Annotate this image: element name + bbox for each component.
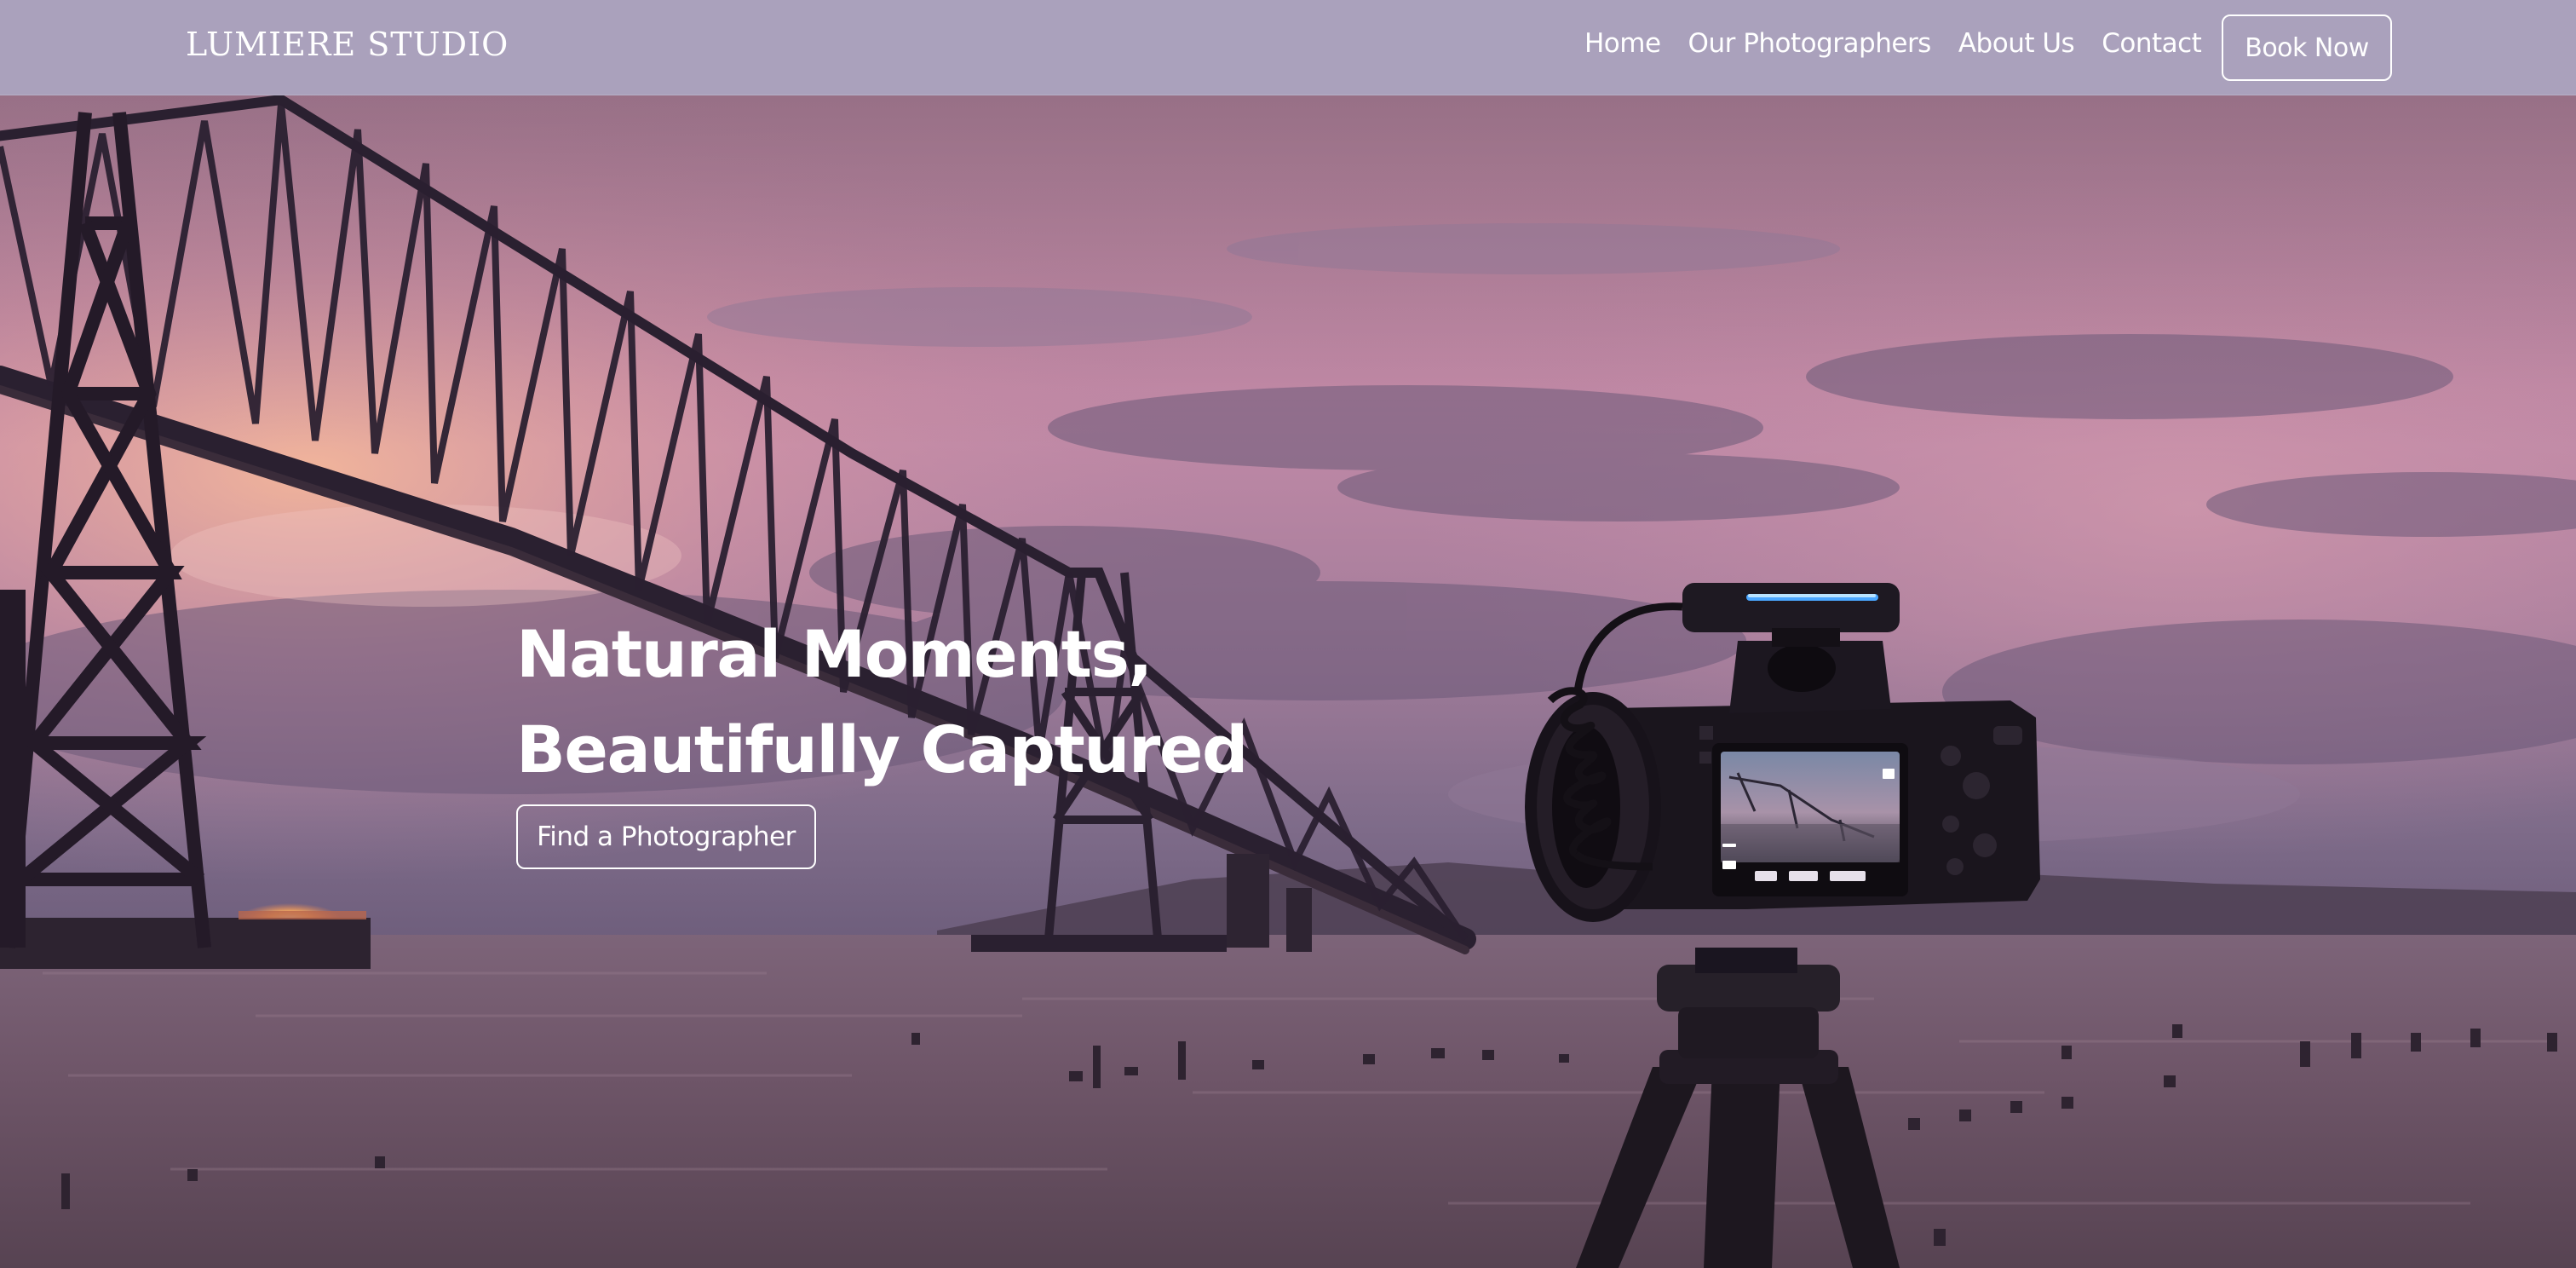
hero-section: Natural Moments, Beautifully Captured Fi…: [0, 95, 2576, 1268]
hero-background-image: [0, 95, 2576, 1268]
find-photographer-button[interactable]: Find a Photographer: [516, 804, 816, 869]
brand-logo[interactable]: LUMIERE STUDIO: [186, 26, 509, 63]
hero-content: Natural Moments, Beautifully Captured Fi…: [516, 607, 1248, 869]
hero-title-line-2: Beautifully Captured: [516, 712, 1248, 787]
nav-link-our-photographers[interactable]: Our Photographers: [1688, 28, 1932, 59]
hero-title: Natural Moments, Beautifully Captured: [516, 607, 1248, 798]
nav-links: Home Our Photographers About Us Contact: [1584, 28, 2202, 59]
book-now-button[interactable]: Book Now: [2222, 14, 2392, 81]
nav-link-contact[interactable]: Contact: [2102, 28, 2202, 59]
page: LUMIERE STUDIO Home Our Photographers Ab…: [0, 0, 2576, 1268]
navbar: LUMIERE STUDIO Home Our Photographers Ab…: [0, 0, 2576, 95]
hero-title-line-1: Natural Moments,: [516, 616, 1153, 692]
nav-link-home[interactable]: Home: [1584, 28, 1661, 59]
nav-link-about-us[interactable]: About Us: [1958, 28, 2075, 59]
